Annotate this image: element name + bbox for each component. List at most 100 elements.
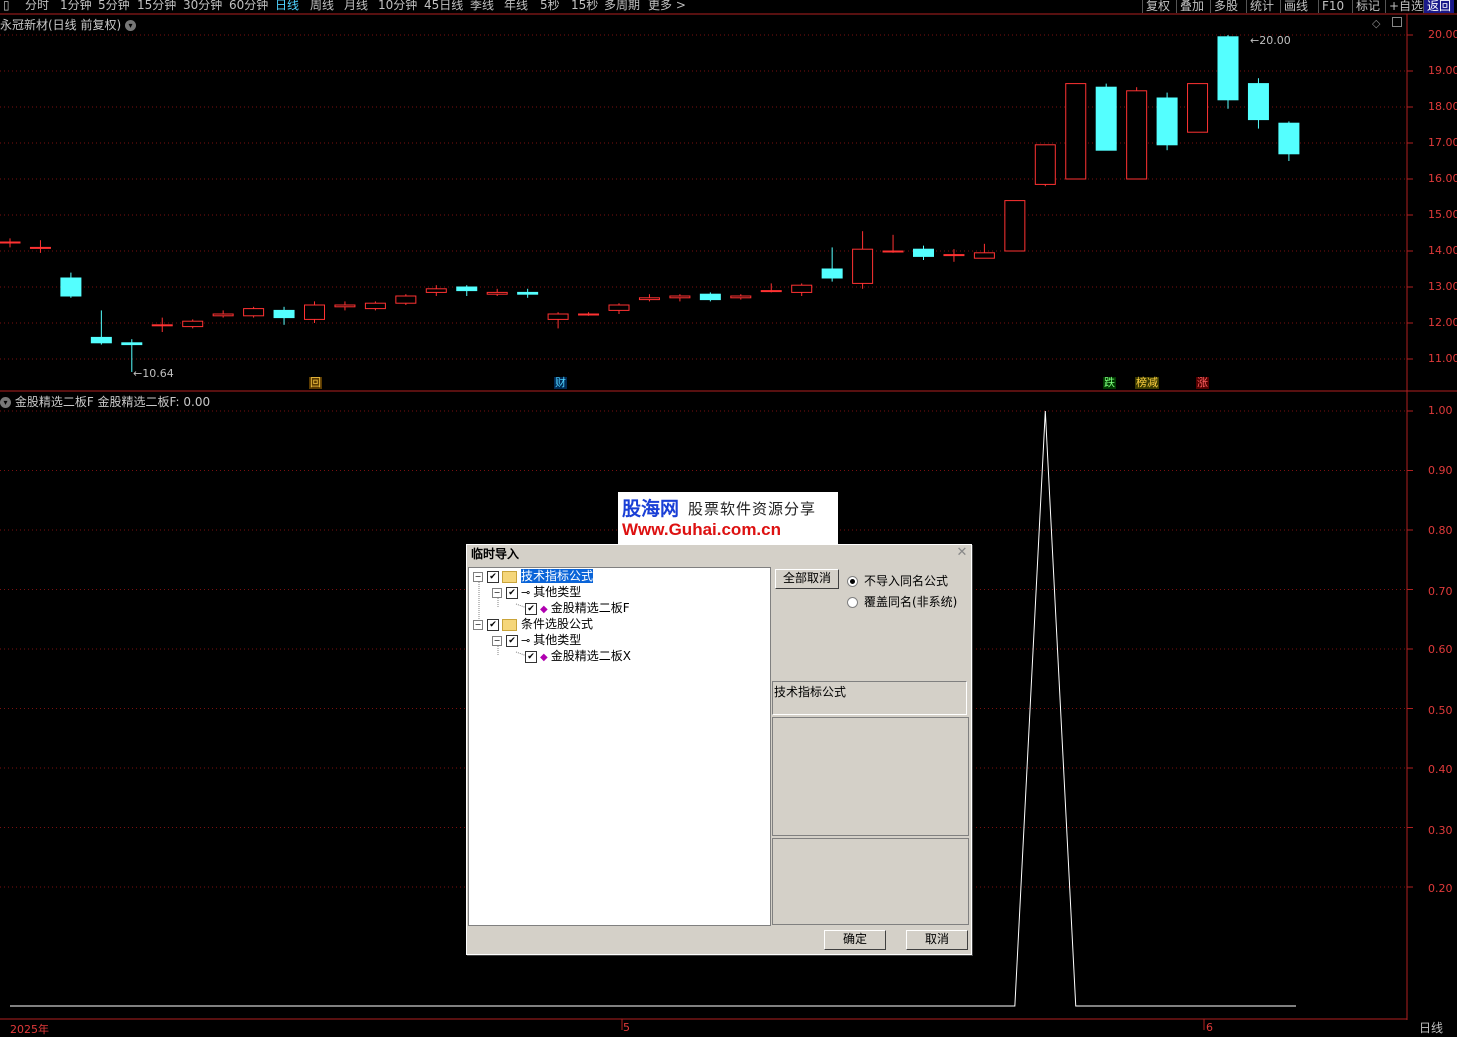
candle-body: [1126, 90, 1148, 180]
candle-body: [608, 304, 630, 311]
checkbox-checked-icon[interactable]: ✔: [506, 586, 518, 599]
candle-body: [547, 313, 569, 320]
formula-icon: ◆: [540, 652, 548, 663]
indicator-axis-label: 1.00: [1428, 404, 1453, 417]
candle-body: [486, 291, 508, 295]
candle-body: [973, 252, 995, 259]
candle-body: [273, 309, 295, 319]
candle-body: [760, 290, 782, 293]
indicator-axis-label: 0.80: [1428, 524, 1453, 537]
candle-body: [1278, 122, 1300, 155]
tree-node[interactable]: − ✔ ⊸ 其他类型: [492, 584, 581, 600]
watermark-logo: 股海网 股票软件资源分享 Www.Guhai.com.cn: [618, 492, 838, 544]
collapse-icon[interactable]: −: [492, 635, 502, 646]
candle-body: [699, 293, 721, 301]
tree-node[interactable]: ✔ ◆ 金股精选二板F: [511, 600, 630, 616]
candle-body: [151, 324, 173, 327]
checkbox-checked-icon[interactable]: ✔: [525, 650, 537, 663]
checkbox-checked-icon[interactable]: ✔: [506, 634, 518, 647]
price-axis-label: 11.00: [1428, 352, 1457, 365]
radio-no-import[interactable]: 不导入同名公式: [847, 572, 948, 589]
key-icon: ⊸: [521, 634, 531, 647]
cancel-button[interactable]: 取消: [906, 930, 968, 950]
dialog-title-bar[interactable]: 临时导入 ✕: [467, 545, 971, 564]
price-axis-label: 15.00: [1428, 208, 1457, 221]
event-marker[interactable]: 榜减: [1135, 377, 1159, 389]
candle-body: [669, 295, 691, 299]
cancel-all-button[interactable]: 全部取消: [775, 569, 839, 589]
candle-body: [1156, 97, 1178, 146]
indicator-axis-label: 0.70: [1428, 585, 1453, 598]
candle-body: [212, 313, 234, 317]
candle-body: [1217, 36, 1239, 101]
ok-button[interactable]: 确定: [824, 930, 886, 950]
checkbox-checked-icon[interactable]: ✔: [487, 618, 499, 631]
candle-body: [364, 302, 386, 310]
candle-body: [0, 241, 21, 244]
checkbox-checked-icon[interactable]: ✔: [487, 570, 499, 583]
price-axis-label: 17.00: [1428, 136, 1457, 149]
candle-body: [1247, 83, 1269, 121]
candle-body: [121, 342, 143, 346]
candle-body: [730, 295, 752, 299]
event-marker[interactable]: 跌: [1103, 377, 1116, 389]
price-axis-label: 19.00: [1428, 64, 1457, 77]
indicator-axis-label: 0.30: [1428, 824, 1453, 837]
indicator-axis-label: 0.90: [1428, 464, 1453, 477]
candle-body: [1187, 83, 1209, 133]
indicator-axis-label: 0.60: [1428, 643, 1453, 656]
period-indicator: 日线: [1419, 1021, 1444, 1035]
key-icon: ⊸: [521, 586, 531, 599]
event-marker[interactable]: 财: [554, 377, 567, 389]
candle-body: [456, 286, 478, 292]
price-axis-label: 16.00: [1428, 172, 1457, 185]
close-icon[interactable]: ✕: [955, 546, 969, 560]
formula-info-box: 技术指标公式: [772, 681, 967, 715]
candle-body: [29, 246, 51, 249]
candle-body: [943, 254, 965, 257]
price-axis-label: 13.00: [1428, 280, 1457, 293]
event-marker[interactable]: 回: [309, 377, 322, 389]
description-box[interactable]: [772, 717, 969, 836]
checkbox-checked-icon[interactable]: ✔: [525, 602, 537, 615]
collapse-icon[interactable]: −: [492, 587, 502, 598]
candle-body: [1095, 86, 1117, 151]
candle-body: [791, 284, 813, 293]
folder-icon: [502, 570, 517, 583]
event-marker[interactable]: 涨: [1196, 377, 1209, 389]
candle-body: [425, 288, 447, 293]
formula-tree[interactable]: − ✔ 技术指标公式 − ✔ ⊸ 其他类型 ✔ ◆ 金股精选二板F − ✔ 条件选股公式 − ✔ ⊸ 其他类型 ✔…: [468, 567, 771, 926]
import-dialog: 临时导入 ✕ − ✔ 技术指标公式 − ✔ ⊸ 其他类型 ✔ ◆ 金股精选二板F − ✔ 条件选股公式 −…: [466, 544, 972, 955]
candle-body: [882, 250, 904, 253]
candle-body: [334, 304, 356, 308]
price-axis-label: 14.00: [1428, 244, 1457, 257]
candle-body: [395, 295, 417, 304]
radio-selected-icon: [847, 576, 858, 587]
price-axis-label: 20.00: [1428, 28, 1457, 41]
tree-node[interactable]: ✔ ◆ 金股精选二板X: [511, 648, 631, 664]
candle-body: [182, 320, 204, 328]
parameter-box[interactable]: [772, 838, 969, 925]
candle-body: [578, 313, 600, 316]
x-axis-label-june: 6: [1206, 1021, 1213, 1034]
radio-overwrite[interactable]: 覆盖同名(非系统): [847, 593, 957, 610]
price-axis-label: 18.00: [1428, 100, 1457, 113]
indicator-axis-label: 0.20: [1428, 882, 1453, 895]
candle-body: [638, 297, 660, 301]
candle-body: [243, 308, 265, 317]
x-axis-label-may: 5: [623, 1021, 630, 1034]
low-price-label: ←10.64: [133, 367, 174, 380]
candle-body: [1004, 200, 1026, 252]
candle-body: [304, 304, 325, 320]
candle-body: [1034, 144, 1056, 185]
high-price-label: ←20.00: [1250, 34, 1291, 47]
collapse-icon[interactable]: −: [473, 619, 483, 630]
tree-node[interactable]: − ✔ 条件选股公式: [473, 616, 593, 632]
tree-node[interactable]: − ✔ 技术指标公式: [473, 568, 594, 584]
candle-body: [517, 291, 539, 295]
collapse-icon[interactable]: −: [473, 571, 483, 582]
candle-body: [1065, 83, 1087, 180]
price-axis-label: 12.00: [1428, 316, 1457, 329]
indicator-axis-label: 0.40: [1428, 763, 1453, 776]
tree-node[interactable]: − ✔ ⊸ 其他类型: [492, 632, 581, 648]
